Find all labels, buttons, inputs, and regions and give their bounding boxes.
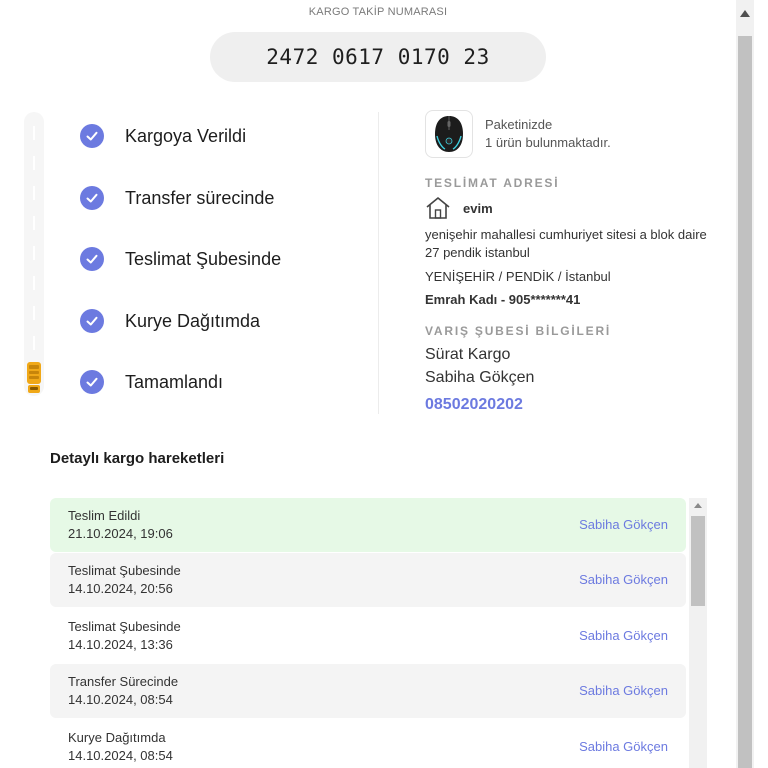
step-label: Tamamlandı (125, 371, 224, 392)
check-icon (80, 186, 104, 210)
scroll-up-arrow-icon[interactable] (694, 503, 702, 508)
movement-status: Teslimat Şubesinde (68, 619, 181, 634)
movement-row: Teslimat Şubesinde 14.10.2024, 13:36 Sab… (50, 609, 686, 663)
product-thumbnail[interactable] (425, 110, 473, 158)
vertical-divider (378, 112, 379, 414)
progress-road (24, 112, 44, 396)
step-tamamlandi: Tamamlandı (80, 368, 223, 396)
movements-list[interactable]: Teslim Edildi 21.10.2024, 19:06 Sabiha G… (50, 498, 686, 768)
movement-branch: Sabiha Gökçen (579, 517, 668, 532)
delivery-address-title: TESLİMAT ADRESİ (425, 176, 560, 190)
page-scrollbar-thumb[interactable] (738, 36, 752, 768)
recipient-info: Emrah Kadı - 905*******41 (425, 292, 581, 307)
step-transfer-surecinde: Transfer sürecinde (80, 184, 274, 212)
address-line-2: 27 pendik istanbul (425, 245, 530, 260)
page-scrollbar[interactable] (736, 0, 754, 768)
movement-branch: Sabiha Gökçen (579, 683, 668, 698)
tracking-number: 2472 0617 0170 23 (210, 32, 546, 82)
movements-scrollbar[interactable] (689, 498, 707, 768)
movement-status: Transfer Sürecinde (68, 674, 179, 689)
movement-status: Kurye Dağıtımda (68, 730, 166, 745)
step-teslimat-subesinde: Teslimat Şubesinde (80, 245, 281, 273)
movement-branch: Sabiha Gökçen (579, 572, 668, 587)
step-kargoya-verildi: Kargoya Verildi (80, 122, 246, 150)
package-summary: Paketinizde 1 ürün bulunmaktadır. (485, 117, 611, 150)
movement-branch: Sabiha Gökçen (579, 739, 668, 754)
step-kurye-dagitimda: Kurye Dağıtımda (80, 307, 260, 335)
movements-scrollbar-thumb[interactable] (691, 516, 705, 606)
movement-status: Teslim Edildi (68, 508, 141, 523)
branch-company: Sürat Kargo (425, 346, 511, 363)
movement-date: 21.10.2024, 19:06 (68, 526, 173, 541)
movement-row: Transfer Sürecinde 14.10.2024, 08:54 Sab… (50, 664, 686, 718)
movement-row: Teslim Edildi 21.10.2024, 19:06 Sabiha G… (50, 498, 686, 552)
step-label: Kurye Dağıtımda (125, 310, 261, 331)
progress-steps: Kargoya Verildi Transfer sürecinde Tesli… (20, 112, 360, 402)
home-icon (426, 197, 450, 219)
movement-row: Kurye Dağıtımda 14.10.2024, 08:54 Sabiha… (50, 720, 686, 768)
check-icon (80, 370, 104, 394)
step-label: Teslimat Şubesinde (125, 248, 282, 269)
truck-icon (27, 362, 41, 393)
branch-phone-link[interactable]: 08502020202 (425, 396, 523, 414)
branch-info-title: VARIŞ ŞUBESİ BİLGİLERİ (425, 324, 612, 338)
movement-date: 14.10.2024, 08:54 (68, 692, 173, 707)
movement-date: 14.10.2024, 08:54 (68, 748, 173, 763)
tracking-page: KARGO TAKİP NUMARASI 2472 0617 0170 23 K… (0, 0, 768, 768)
gaming-mouse-icon (435, 116, 463, 152)
check-icon (80, 124, 104, 148)
check-icon (80, 309, 104, 333)
step-label: Kargoya Verildi (125, 125, 247, 146)
tracking-number-title: KARGO TAKİP NUMARASI (308, 6, 448, 18)
scroll-up-arrow-icon[interactable] (740, 10, 750, 17)
movement-status: Teslimat Şubesinde (68, 563, 181, 578)
step-label: Transfer sürecinde (125, 187, 275, 208)
movement-row: Teslimat Şubesinde 14.10.2024, 20:56 Sab… (50, 553, 686, 607)
address-name-row: evim (425, 196, 493, 220)
address-line-1: yenişehir mahallesi cumhuriyet sitesi a … (425, 227, 707, 242)
movements-title: Detaylı kargo hareketleri (50, 450, 225, 467)
movement-date: 14.10.2024, 20:56 (68, 581, 173, 596)
check-icon (80, 247, 104, 271)
address-name: evim (463, 200, 493, 216)
movement-branch: Sabiha Gökçen (579, 628, 668, 643)
address-district: YENİŞEHİR / PENDİK / İstanbul (425, 269, 611, 284)
branch-name: Sabiha Gökçen (425, 369, 535, 386)
movement-date: 14.10.2024, 13:36 (68, 637, 173, 652)
